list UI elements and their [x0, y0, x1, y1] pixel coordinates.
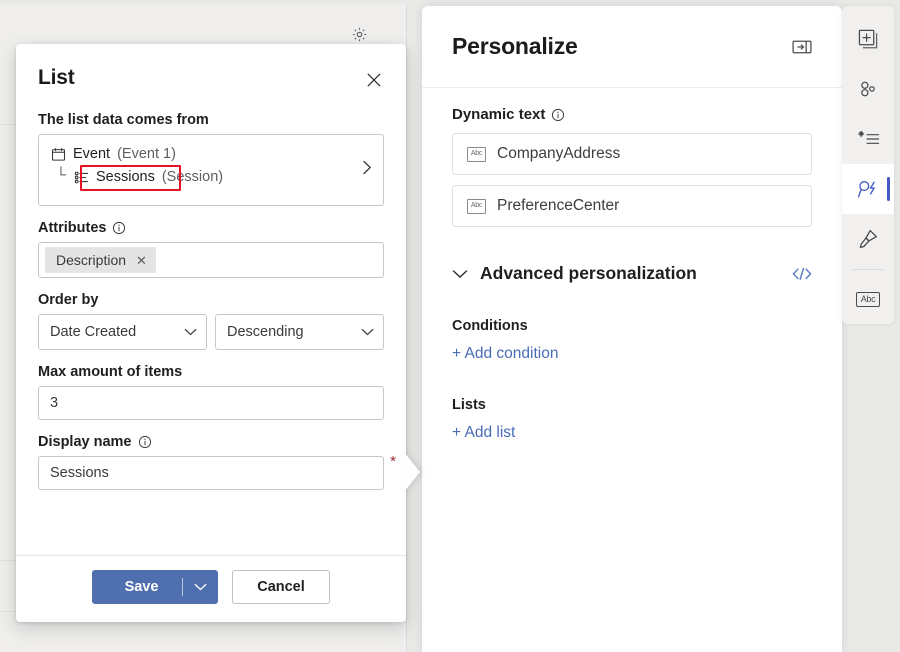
data-source-parent-row: Event (Event 1): [51, 145, 349, 165]
add-condition-button[interactable]: + Add condition: [452, 345, 558, 363]
chevron-down-icon: [184, 324, 197, 340]
dock-panel-icon[interactable]: [788, 33, 816, 61]
cancel-button[interactable]: Cancel: [232, 570, 330, 604]
order-by-label: Order by: [38, 292, 384, 308]
page-title: Personalize: [452, 33, 578, 60]
data-source-parent-name: Event: [73, 145, 110, 165]
list-dialog: List The list data comes from Event (Eve…: [16, 44, 406, 622]
callout-beak: [404, 452, 420, 492]
info-icon[interactable]: [138, 435, 152, 449]
list-icon: [74, 170, 89, 185]
display-name-label: Display name: [38, 434, 384, 450]
personalize-header: Personalize: [422, 6, 842, 88]
attributes-label-text: Attributes: [38, 220, 106, 236]
dynamic-text-item[interactable]: Abc CompanyAddress: [452, 133, 812, 175]
display-name-label-text: Display name: [38, 434, 132, 450]
text-abc-icon[interactable]: Abc: [842, 274, 894, 324]
attribute-chip-label: Description: [56, 252, 126, 268]
attribute-chip[interactable]: Description ✕: [45, 247, 156, 273]
dynamic-text-item-label: CompanyAddress: [497, 145, 620, 163]
order-by-direction-value: Descending: [227, 324, 304, 340]
tool-rail: Abc: [842, 6, 894, 324]
order-by-direction-select[interactable]: Descending: [215, 314, 384, 350]
styles-brush-icon[interactable]: [842, 214, 894, 264]
order-by-field-value: Date Created: [50, 324, 136, 340]
max-items-label-text: Max amount of items: [38, 364, 182, 380]
dynamic-text-label-text: Dynamic text: [452, 106, 545, 123]
personalize-panel: Personalize Dynamic text Abc CompanyAddr…: [422, 6, 842, 652]
advanced-personalization-row: Advanced personalization: [452, 263, 812, 284]
source-section-label-text: The list data comes from: [38, 112, 209, 128]
list-dialog-header: List: [16, 44, 406, 98]
order-by-field-select[interactable]: Date Created: [38, 314, 207, 350]
chevron-down-icon: [452, 269, 468, 279]
list-dialog-footer: Save Cancel: [16, 555, 406, 622]
source-section-label: The list data comes from: [38, 112, 384, 128]
abc-text-icon: Abc: [467, 147, 486, 162]
list-dialog-body: The list data comes from Event (Event 1)…: [16, 98, 406, 555]
max-items-label: Max amount of items: [38, 364, 384, 380]
dynamic-text-section-label: Dynamic text: [452, 106, 812, 123]
close-icon[interactable]: [360, 66, 388, 94]
attributes-input[interactable]: Description ✕: [38, 242, 384, 278]
data-source-child-name: Sessions: [96, 168, 155, 188]
remove-attribute-icon[interactable]: ✕: [136, 254, 147, 267]
data-source-child-row: └ Sessions (Session): [51, 168, 349, 188]
rail-divider: [851, 269, 885, 270]
info-icon[interactable]: [551, 108, 565, 122]
info-icon[interactable]: [112, 221, 126, 235]
tree-elbow-icon: └: [55, 167, 67, 181]
required-marker: *: [390, 454, 396, 469]
dialog-title: List: [38, 66, 75, 89]
dynamic-text-item[interactable]: Abc PreferenceCenter: [452, 185, 812, 227]
max-items-input[interactable]: [38, 386, 384, 420]
order-by-label-text: Order by: [38, 292, 98, 308]
display-name-field-wrap: *: [38, 456, 384, 490]
add-list-button[interactable]: + Add list: [452, 424, 515, 442]
chevron-right-icon[interactable]: [362, 160, 373, 181]
conditions-label: Conditions: [452, 318, 812, 334]
save-split-chevron-down-icon[interactable]: [183, 583, 217, 591]
save-button[interactable]: Save: [92, 570, 218, 604]
attributes-label: Attributes: [38, 220, 384, 236]
dynamic-text-item-label: PreferenceCenter: [497, 197, 619, 215]
ai-suggestions-icon[interactable]: [842, 114, 894, 164]
data-source-child-suffix: (Session): [162, 168, 223, 188]
personalize-body: Dynamic text Abc CompanyAddress Abc Pref…: [422, 88, 842, 442]
brand-assets-icon[interactable]: [842, 64, 894, 114]
personalize-icon[interactable]: [842, 164, 894, 214]
code-edit-icon[interactable]: [792, 267, 812, 281]
calendar-icon: [51, 147, 66, 162]
advanced-personalization-toggle[interactable]: Advanced personalization: [452, 263, 697, 284]
insert-element-icon[interactable]: [842, 14, 894, 64]
order-by-row: Date Created Descending: [38, 314, 384, 350]
display-name-input[interactable]: [38, 456, 384, 490]
chevron-down-icon: [361, 324, 374, 340]
save-button-label: Save: [93, 579, 182, 595]
data-source-selector[interactable]: Event (Event 1) └ Sessions (Session): [38, 134, 384, 206]
data-source-parent-suffix: (Event 1): [117, 145, 176, 165]
advanced-personalization-label: Advanced personalization: [480, 263, 697, 284]
text-abc-glyph: Abc: [856, 292, 881, 307]
abc-text-icon: Abc: [467, 199, 486, 214]
lists-label: Lists: [452, 397, 812, 413]
